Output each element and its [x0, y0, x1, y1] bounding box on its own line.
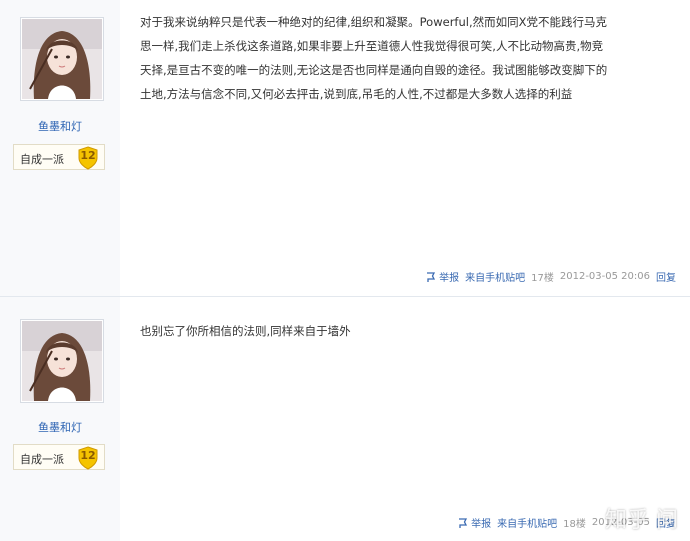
post-content: 也别忘了你所相信的法则,同样来自于墙外 — [140, 319, 675, 343]
avatar[interactable] — [20, 319, 104, 403]
post-time: 2012-03-05 20:06 — [559, 270, 650, 282]
post-source[interactable]: 来自手机贴吧 — [497, 515, 557, 530]
shield-badge-icon: 12 — [76, 146, 100, 170]
shield-badge-icon: 12 — [76, 446, 100, 470]
content-line: 也别忘了你所相信的法则,同样来自于墙外 — [140, 324, 351, 338]
content-line: 思一样,我们走上杀伐这条道路,如果非要上升至道德人性我觉得很可笑,人不比动物高贵… — [140, 39, 604, 53]
post-content: 对于我来说纳粹只是代表一种绝对的纪律,组织和凝聚。Powerful,然而如同X党… — [140, 10, 675, 106]
avatar[interactable] — [20, 17, 104, 101]
content-line: 天择,是亘古不变的唯一的法则,无论这是否也同样是通向自毁的途径。我试图能够改变脚… — [140, 63, 608, 77]
level-title: 自成一派 — [20, 153, 64, 166]
floor-number: 18楼 — [563, 518, 586, 530]
level-title: 自成一派 — [20, 453, 64, 466]
content-line: 对于我来说纳粹只是代表一种绝对的纪律,组织和凝聚。Powerful,然而如同X党… — [140, 15, 607, 29]
report-button[interactable]: 举报 — [426, 269, 459, 284]
report-label: 举报 — [439, 272, 460, 284]
report-label: 举报 — [471, 518, 492, 530]
level-number: 12 — [80, 149, 96, 162]
post-floor-17: 鱼墨和灯 自成一派 12 对于我来说纳粹只是代表一种绝对的纪律,组织和凝聚。Po… — [0, 0, 690, 296]
avatar-image — [22, 19, 102, 99]
author-panel: 鱼墨和灯 自成一派 12 — [0, 297, 120, 541]
level-badge[interactable]: 自成一派 12 — [13, 144, 105, 170]
author-panel: 鱼墨和灯 自成一派 12 — [0, 0, 120, 296]
content-line: 土地,方法与信念不同,又何必去抨击,说到底,吊毛的人性,不过都是大多数人选择的利… — [140, 87, 573, 101]
post-source[interactable]: 来自手机贴吧 — [465, 269, 525, 284]
report-icon — [459, 517, 468, 528]
level-badge[interactable]: 自成一派 12 — [13, 444, 105, 470]
post-tail: 举报 来自手机贴吧 17楼 2012-03-05 20:06 回复 — [426, 268, 676, 284]
report-icon — [427, 271, 436, 282]
post-list: 鱼墨和灯 自成一派 12 对于我来说纳粹只是代表一种绝对的纪律,组织和凝聚。Po… — [0, 0, 690, 541]
avatar-image — [22, 321, 102, 401]
post-floor-18: 鱼墨和灯 自成一派 12 也别忘了你所相信的法则,同样来自于墙外 举报 来自手机… — [0, 297, 690, 541]
author-name[interactable]: 鱼墨和灯 — [0, 118, 120, 134]
author-name[interactable]: 鱼墨和灯 — [0, 419, 120, 435]
floor-number: 17楼 — [531, 272, 554, 284]
level-number: 12 — [80, 449, 96, 462]
watermark: 知乎 问 — [605, 508, 678, 533]
reply-button[interactable]: 回复 — [656, 269, 676, 284]
report-button[interactable]: 举报 — [458, 515, 491, 530]
